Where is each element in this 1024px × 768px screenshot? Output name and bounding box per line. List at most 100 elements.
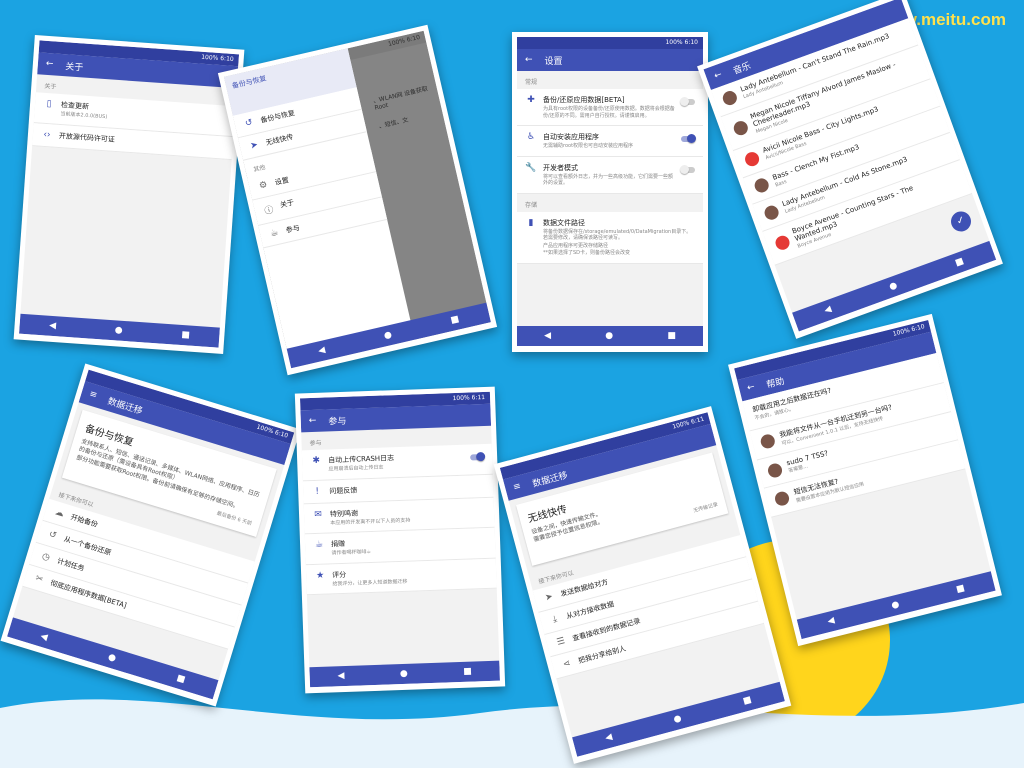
setting-backup-app-data[interactable]: ✚ 备份/还原应用数据[BETA] 为具有root权限的设备备份/还原使用数据。… xyxy=(517,89,703,126)
app-bar: ← 设置 xyxy=(517,49,703,71)
item-subtitle: 本应用的开发离不开以下人员的支持 xyxy=(330,517,411,526)
item-subtitle: 给我评分，让更多人知道数据迁移 xyxy=(332,578,408,587)
restore-icon: ↺ xyxy=(244,117,254,130)
drawer-item-label: 关于 xyxy=(279,198,295,210)
item-title: 问题反馈 xyxy=(329,485,358,495)
mail-icon: ✉ xyxy=(314,509,322,520)
menu-icon[interactable]: ≡ xyxy=(88,389,98,401)
drawer-item-label: 备份与恢复 xyxy=(259,108,296,125)
check-fab-button[interactable]: ✓ xyxy=(948,208,974,235)
nav-recents-button[interactable]: ■ xyxy=(742,695,753,707)
system-nav-bar: ◀ ● ■ xyxy=(517,326,703,346)
status-bar: 100% 6:10 xyxy=(517,37,703,49)
setting-subtitle: 将备份数据保存在/storage/emulated/0/DataMigratio… xyxy=(543,228,692,242)
settings-screen: 100% 6:10 ← 设置 常规 ✚ 备份/还原应用数据[BETA] 为具有r… xyxy=(517,37,703,346)
item-title: 开放源代码许可证 xyxy=(58,131,116,144)
setting-toggle[interactable] xyxy=(681,134,696,143)
nav-home-button[interactable]: ● xyxy=(605,331,613,341)
nav-home-button[interactable]: ● xyxy=(888,280,899,292)
nav-back-button[interactable]: ◀ xyxy=(823,304,833,316)
send-icon: ➤ xyxy=(544,591,554,604)
setting-toggle[interactable] xyxy=(680,164,695,174)
setting-storage-path[interactable]: ▮ 数据文件路径 将备份数据保存在/storage/emulated/0/Dat… xyxy=(517,211,703,264)
setting-title: 开发者模式 xyxy=(543,163,578,172)
system-nav-bar: ◀ ● ■ xyxy=(792,240,997,332)
send-icon: ➤ xyxy=(249,140,259,152)
music-screen: ← 音乐 Lady Antebellum - Can't Stand The R… xyxy=(703,0,997,332)
nav-recents-button[interactable]: ■ xyxy=(175,673,186,685)
menu-icon[interactable]: ≡ xyxy=(512,481,522,493)
album-art xyxy=(720,88,739,107)
setting-auto-install[interactable]: ♿ 自动安装应用程序 无需辅助root权限也可自动安装应用程序 xyxy=(517,126,703,157)
avatar xyxy=(773,490,791,508)
contribute-screen: 100% 6:11 ← 参与 参与 ✱ 自动上传CRASH日志 应用崩溃后自动上… xyxy=(299,391,500,688)
page-title: 帮助 xyxy=(765,376,786,391)
phone-contribute: 100% 6:11 ← 参与 参与 ✱ 自动上传CRASH日志 应用崩溃后自动上… xyxy=(294,386,506,694)
nav-recents-button[interactable]: ■ xyxy=(181,330,190,341)
avatar xyxy=(766,461,784,479)
accessibility-icon: ♿ xyxy=(526,132,536,142)
drawer-header-title: 备份与恢复 xyxy=(231,74,268,91)
phone-backup: 100% 6:10 ≡ 数据迁移 备份与恢复 支持联系人、短信、通话记录、多媒体… xyxy=(0,363,301,707)
item-rate[interactable]: ★ 评分 给我评分，让更多人知道数据迁移 xyxy=(305,558,497,596)
section-header: 常规 xyxy=(525,79,538,86)
phone-music: ← 音乐 Lady Antebellum - Can't Stand The R… xyxy=(697,0,1003,339)
back-arrow-icon[interactable]: ← xyxy=(525,55,533,65)
nav-back-button[interactable]: ◀ xyxy=(604,732,613,743)
nav-back-button[interactable]: ◀ xyxy=(39,631,49,643)
nav-recents-button[interactable]: ■ xyxy=(450,314,461,326)
code-icon: ‹› xyxy=(43,129,51,140)
phone-about: 100% 6:10 ← 关于 关于 ▯ 检查更新 当前版本2.0.0(BUS) … xyxy=(13,35,245,354)
back-arrow-icon[interactable]: ← xyxy=(309,416,317,426)
nav-recents-button[interactable]: ■ xyxy=(954,256,965,268)
phone-drawer: 100% 6:10 、WLAN网 设备获取Root 、短信、文 备份与恢复 ↺ … xyxy=(217,24,498,376)
nav-back-button[interactable]: ◀ xyxy=(827,616,836,627)
coffee-icon: ☕ xyxy=(269,227,280,240)
star-icon: ★ xyxy=(315,570,325,581)
page-title: 设置 xyxy=(544,56,563,67)
phone-icon: ▯ xyxy=(46,99,52,110)
drawer-item-label: 无线快传 xyxy=(264,132,295,148)
check-icon xyxy=(773,234,792,252)
action-label: 计划任务 xyxy=(56,557,86,574)
wave-decoration xyxy=(0,699,1024,768)
setting-subtitle: 无需辅助root权限也可自动安装应用程序 xyxy=(543,143,634,149)
bug-icon: ✱ xyxy=(312,455,321,467)
back-arrow-icon[interactable]: ← xyxy=(713,70,724,82)
nav-recents-button[interactable]: ■ xyxy=(667,331,676,341)
nav-home-button[interactable]: ● xyxy=(114,325,123,336)
system-nav-bar: ◀ ● ■ xyxy=(309,660,500,688)
setting-title: 备份/还原应用数据[BETA] xyxy=(543,96,625,104)
coffee-icon: ☕ xyxy=(314,539,324,550)
wrench-icon: 🔧 xyxy=(525,162,537,173)
nav-back-button[interactable]: ◀ xyxy=(337,671,344,681)
gear-icon: ⚙ xyxy=(258,180,269,192)
nav-back-button[interactable]: ◀ xyxy=(49,321,57,331)
share-icon: ⋖ xyxy=(561,658,572,670)
page-title: 参与 xyxy=(328,416,347,427)
nav-home-button[interactable]: ● xyxy=(673,714,683,726)
clock-icon: ◷ xyxy=(40,551,52,564)
nav-back-button[interactable]: ◀ xyxy=(317,345,326,356)
back-arrow-icon[interactable]: ← xyxy=(46,59,54,70)
nav-recents-button[interactable]: ■ xyxy=(955,583,966,595)
page-title: 数据迁移 xyxy=(106,396,144,417)
nav-home-button[interactable]: ● xyxy=(400,669,408,679)
setting-toggle[interactable] xyxy=(680,97,695,106)
system-nav-bar: ◀ ● ■ xyxy=(19,313,220,348)
section-header: 存储 xyxy=(525,201,538,209)
setting-developer-mode[interactable]: 🔧 开发者模式 将可以查看额外日志，并为一些高级功能，它们需要一些额外的设置。 xyxy=(517,156,703,194)
back-arrow-icon[interactable]: ← xyxy=(746,382,756,394)
tool-icon: ✂ xyxy=(34,573,45,586)
nav-home-button[interactable]: ● xyxy=(890,600,900,612)
nav-home-button[interactable]: ● xyxy=(383,330,393,342)
album-art xyxy=(762,203,781,222)
nav-recents-button[interactable]: ■ xyxy=(463,667,472,677)
setting-title: 自动安装应用程序 xyxy=(543,133,599,141)
nav-back-button[interactable]: ◀ xyxy=(544,331,551,341)
crash-log-toggle[interactable] xyxy=(470,454,485,461)
check-icon xyxy=(743,149,761,168)
setting-subtitle: 将可以查看额外日志，并为一些高级功能，它们需要一些额外的设置。 xyxy=(543,173,674,187)
nav-home-button[interactable]: ● xyxy=(107,652,117,664)
feedback-icon: ! xyxy=(315,486,320,497)
